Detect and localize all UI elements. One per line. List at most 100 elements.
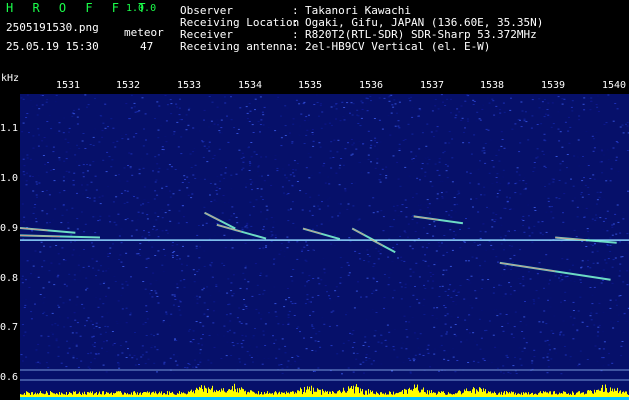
noise-speck bbox=[527, 204, 530, 206]
power-bar bbox=[159, 391, 160, 397]
noise-speck bbox=[282, 168, 284, 170]
noise-speck bbox=[143, 230, 145, 232]
noise-speck bbox=[536, 156, 539, 158]
power-bar bbox=[305, 392, 306, 397]
noise-speck bbox=[187, 194, 190, 196]
noise-speck bbox=[81, 140, 84, 142]
power-bar bbox=[379, 394, 380, 397]
noise-speck bbox=[576, 330, 579, 332]
noise-speck bbox=[241, 227, 244, 229]
noise-speck bbox=[75, 343, 78, 345]
noise-speck bbox=[563, 346, 566, 347]
noise-speck bbox=[254, 109, 256, 111]
noise-speck bbox=[116, 140, 119, 142]
power-bar bbox=[356, 384, 357, 397]
noise-speck bbox=[192, 151, 195, 153]
noise-speck bbox=[248, 345, 251, 347]
noise-speck bbox=[58, 316, 61, 318]
noise-speck bbox=[251, 337, 254, 339]
power-bar bbox=[137, 392, 138, 397]
power-bar bbox=[471, 392, 472, 397]
noise-speck bbox=[436, 169, 439, 171]
noise-speck bbox=[121, 138, 124, 140]
noise-speck bbox=[571, 200, 574, 202]
noise-speck bbox=[260, 211, 262, 213]
power-bar bbox=[119, 391, 120, 397]
noise-speck bbox=[203, 119, 205, 121]
noise-speck bbox=[161, 187, 164, 189]
noise-speck bbox=[544, 258, 547, 260]
noise-speck bbox=[22, 171, 25, 173]
noise-speck bbox=[287, 360, 290, 362]
x-tick-label: 1531 bbox=[55, 80, 81, 91]
noise-speck bbox=[199, 361, 202, 363]
power-bar bbox=[308, 389, 309, 397]
noise-speck bbox=[113, 276, 116, 277]
noise-speck bbox=[233, 332, 236, 334]
power-bar bbox=[309, 386, 310, 397]
noise-speck bbox=[352, 371, 355, 373]
power-bar bbox=[83, 394, 84, 397]
power-bar bbox=[374, 393, 375, 397]
noise-speck bbox=[569, 356, 572, 358]
power-bar bbox=[129, 394, 130, 397]
noise-speck bbox=[34, 250, 37, 252]
power-bar bbox=[588, 390, 589, 397]
noise-speck bbox=[311, 250, 314, 252]
noise-speck bbox=[457, 316, 459, 318]
noise-speck bbox=[223, 201, 226, 203]
noise-speck bbox=[555, 352, 558, 354]
noise-speck bbox=[433, 353, 436, 355]
noise-speck bbox=[381, 128, 384, 130]
power-bar bbox=[191, 389, 192, 397]
noise-speck bbox=[215, 200, 218, 202]
noise-speck bbox=[388, 277, 391, 279]
power-bar bbox=[211, 388, 212, 397]
noise-speck bbox=[365, 97, 368, 99]
noise-speck bbox=[72, 355, 75, 357]
power-bar bbox=[135, 392, 136, 397]
noise-speck bbox=[149, 283, 152, 285]
noise-speck bbox=[130, 235, 133, 237]
noise-speck bbox=[93, 200, 96, 202]
noise-speck bbox=[250, 225, 253, 227]
noise-speck bbox=[305, 116, 308, 118]
power-bar bbox=[150, 394, 151, 397]
power-bar bbox=[442, 391, 443, 397]
noise-speck bbox=[150, 333, 153, 335]
noise-speck bbox=[450, 112, 452, 114]
power-bar bbox=[487, 393, 488, 397]
power-bar bbox=[541, 393, 542, 397]
noise-speck bbox=[157, 171, 160, 173]
power-bar bbox=[412, 390, 413, 397]
noise-speck bbox=[231, 206, 234, 208]
power-bar bbox=[556, 393, 557, 397]
noise-speck bbox=[374, 140, 377, 142]
power-bar bbox=[571, 394, 572, 397]
noise-speck bbox=[117, 362, 120, 364]
noise-speck bbox=[408, 175, 411, 177]
noise-speck bbox=[30, 311, 33, 313]
noise-speck bbox=[294, 360, 297, 362]
noise-speck bbox=[102, 270, 105, 272]
noise-speck bbox=[542, 357, 545, 359]
noise-speck bbox=[478, 275, 481, 277]
noise-speck bbox=[396, 161, 399, 163]
noise-speck bbox=[377, 236, 380, 238]
power-bar bbox=[117, 391, 118, 397]
noise-speck bbox=[544, 186, 546, 187]
noise-speck bbox=[166, 104, 169, 106]
noise-speck bbox=[90, 361, 92, 363]
power-bar bbox=[167, 391, 168, 397]
noise-speck bbox=[25, 184, 28, 186]
noise-speck bbox=[447, 294, 450, 296]
noise-speck bbox=[413, 360, 415, 362]
noise-speck bbox=[58, 306, 61, 308]
noise-speck bbox=[216, 176, 219, 178]
noise-speck bbox=[292, 222, 295, 224]
noise-speck bbox=[595, 217, 598, 219]
noise-speck bbox=[326, 199, 329, 201]
noise-speck bbox=[167, 204, 170, 206]
noise-speck bbox=[98, 196, 101, 198]
power-bar bbox=[459, 390, 460, 397]
